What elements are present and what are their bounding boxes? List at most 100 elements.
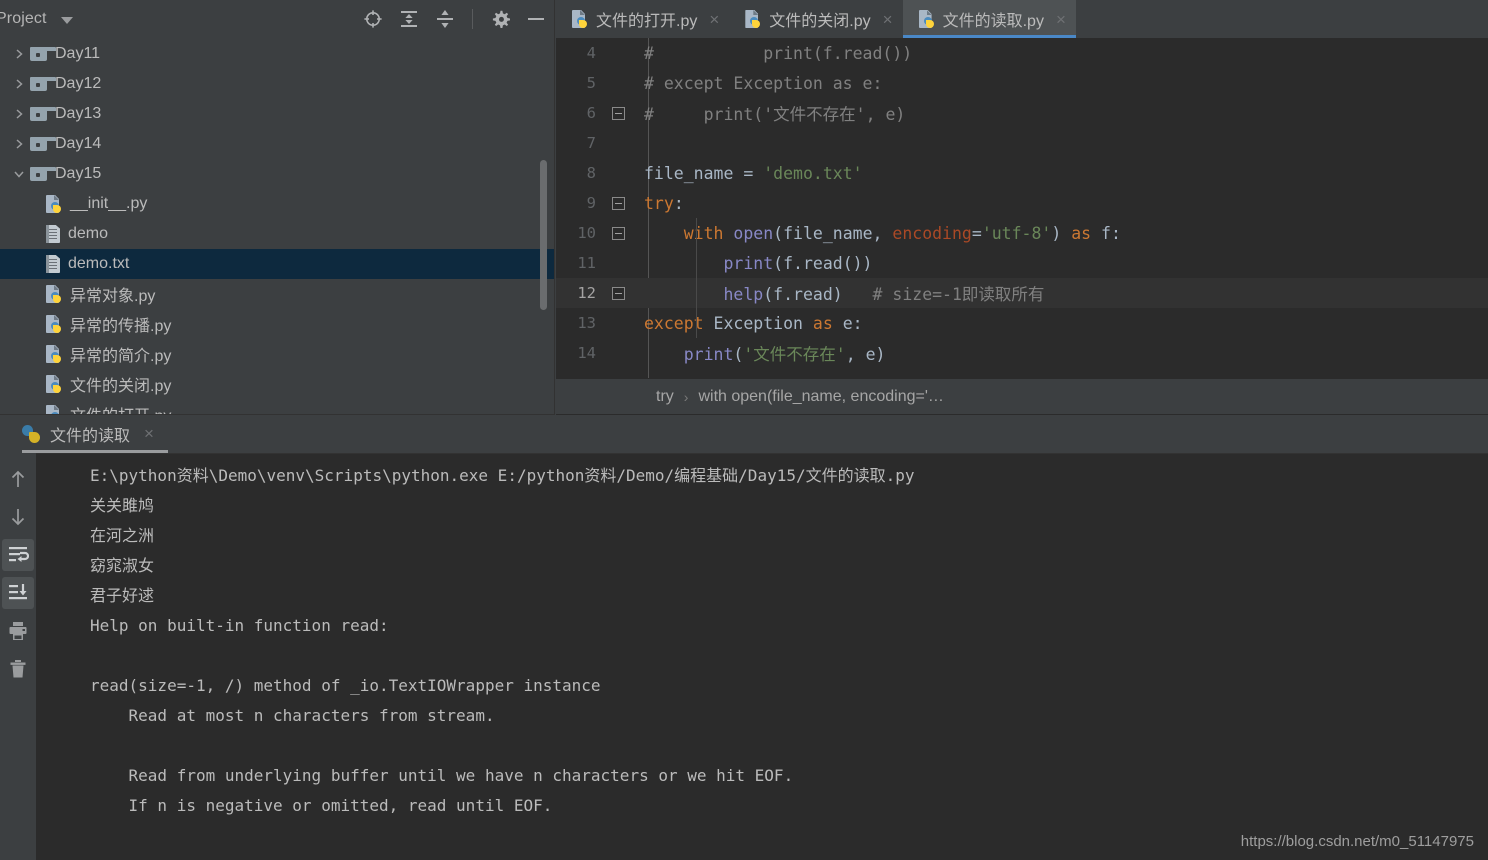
close-icon[interactable]: × — [1056, 11, 1066, 28]
tree-item-label: 异常的传播.py — [70, 318, 172, 335]
panel-right-divider — [554, 0, 555, 415]
code-token: as — [1071, 223, 1102, 243]
code-token: : — [673, 193, 684, 213]
tree-item[interactable]: 文件的关闭.py — [0, 369, 555, 399]
run-tab-file-read[interactable]: 文件的读取 × — [22, 415, 168, 453]
code-token: 'demo.txt' — [763, 163, 863, 183]
run-panel: 文件的读取 × E:\python资料\Demo\venv\Scripts\py… — [0, 415, 1488, 860]
code-line-text: # except Exception as e: — [634, 74, 882, 93]
tree-item[interactable]: demo.txt — [0, 249, 555, 279]
tree-item[interactable]: demo — [0, 219, 555, 249]
folder-icon — [30, 137, 56, 151]
chevron-right-icon[interactable] — [8, 138, 30, 150]
code-line[interactable]: 4 # print(f.read()) — [556, 38, 1488, 68]
gutter-fold-area[interactable] — [606, 188, 634, 218]
breadcrumb-item-with[interactable]: with open(file_name, encoding='… — [698, 388, 943, 406]
tree-item[interactable]: Day11 — [0, 39, 555, 69]
code-token: as — [812, 313, 843, 333]
editor-tabbar: 文件的打开.py × 文件的关闭.py × 文件的读取.py × — [556, 0, 1488, 38]
code-line-text: print('文件不存在', e) — [634, 341, 886, 365]
scroll-to-end-icon[interactable] — [2, 577, 34, 609]
tree-item[interactable]: Day14 — [0, 129, 555, 159]
console-line: 君子好逑 — [90, 586, 155, 605]
code-line-text: # print(f.read()) — [634, 44, 912, 63]
tree-item-label: Day14 — [55, 135, 102, 152]
chevron-right-icon: › — [683, 388, 689, 405]
editor-tab[interactable]: 文件的读取.py × — [902, 0, 1077, 38]
code-line[interactable]: 9 try: — [556, 188, 1488, 218]
close-icon[interactable]: × — [144, 424, 154, 444]
chevron-right-icon[interactable] — [8, 108, 30, 120]
print-icon[interactable] — [2, 615, 34, 647]
code-token: try — [644, 193, 674, 213]
editor-tab-label: 文件的打开.py — [596, 13, 698, 30]
fold-collapse-icon[interactable] — [612, 197, 625, 210]
gutter-fold-area[interactable] — [606, 308, 634, 338]
python-icon — [22, 424, 41, 444]
arrow-down-icon[interactable] — [2, 501, 34, 533]
gutter-fold-area[interactable] — [606, 38, 634, 68]
trash-icon[interactable] — [2, 653, 34, 685]
gear-icon[interactable] — [489, 8, 511, 30]
code-line-text: with open(file_name, encoding='utf-8') a… — [634, 224, 1121, 243]
gutter-fold-area[interactable] — [606, 158, 634, 188]
console-output[interactable]: E:\python资料\Demo\venv\Scripts\python.exe… — [36, 453, 1488, 860]
gutter-fold-area[interactable] — [606, 68, 634, 98]
editor-area: 文件的打开.py × 文件的关闭.py × 文件的读取.py × 4 # print(f.r… — [556, 0, 1488, 415]
console-top-divider — [36, 453, 1488, 454]
code-editor[interactable]: 4 # print(f.read()) 5 # except Exception as… — [556, 38, 1488, 378]
close-icon[interactable]: × — [883, 11, 893, 28]
gutter-fold-area[interactable] — [606, 278, 634, 308]
expand-all-icon[interactable] — [398, 8, 420, 30]
code-line[interactable]: 7 — [556, 128, 1488, 158]
code-line[interactable]: 5 # except Exception as e: — [556, 68, 1488, 98]
code-line[interactable]: 6 # print('文件不存在', e) — [556, 98, 1488, 128]
project-tree[interactable]: Day11 Day12 Day13 Day14 Day15 __init__.py demo… — [0, 38, 555, 415]
code-token: open — [733, 223, 774, 243]
tree-item-label: 异常对象.py — [70, 288, 156, 305]
tree-item[interactable]: Day12 — [0, 69, 555, 99]
editor-tab[interactable]: 文件的打开.py × — [556, 0, 729, 38]
tree-item[interactable]: 异常的传播.py — [0, 309, 555, 339]
line-number: 4 — [586, 44, 596, 62]
fold-end-icon[interactable] — [612, 287, 625, 300]
fold-collapse-icon[interactable] — [612, 227, 625, 240]
tree-item[interactable]: 异常对象.py — [0, 279, 555, 309]
gutter-fold-area[interactable] — [606, 218, 634, 248]
gutter-fold-area[interactable] — [606, 128, 634, 158]
project-panel-title[interactable]: Project — [0, 10, 47, 28]
gutter-fold-area[interactable] — [606, 98, 634, 128]
tree-item[interactable]: __init__.py — [0, 189, 555, 219]
gutter-fold-area[interactable] — [606, 248, 634, 278]
tree-item[interactable]: 文件的打开.py — [0, 399, 555, 415]
chevron-right-icon[interactable] — [8, 78, 30, 90]
project-panel-scrollbar[interactable] — [540, 160, 547, 310]
chevron-down-icon[interactable] — [60, 16, 73, 24]
minimize-icon[interactable] — [525, 8, 547, 30]
tree-item-label: Day11 — [55, 45, 101, 62]
tree-item[interactable]: Day13 — [0, 99, 555, 129]
gutter-fold-area[interactable] — [606, 338, 634, 368]
code-line[interactable]: 8 file_name = 'demo.txt' — [556, 158, 1488, 188]
chevron-down-icon[interactable] — [8, 168, 30, 180]
chevron-right-icon[interactable] — [8, 48, 30, 60]
close-icon[interactable]: × — [709, 11, 719, 28]
locate-icon[interactable] — [362, 8, 384, 30]
editor-tab[interactable]: 文件的关闭.py × — [729, 0, 902, 38]
line-number: 14 — [577, 344, 596, 362]
code-line[interactable]: 14 print('文件不存在', e) — [556, 338, 1488, 368]
line-number: 8 — [586, 164, 596, 182]
arrow-up-icon[interactable] — [2, 463, 34, 495]
python-file-icon — [46, 375, 62, 393]
soft-wrap-icon[interactable] — [2, 539, 34, 571]
tree-item[interactable]: 异常的简介.py — [0, 339, 555, 369]
code-token: # print(f.read()) — [644, 43, 913, 63]
fold-expand-icon[interactable] — [612, 107, 625, 120]
tree-item[interactable]: Day15 — [0, 159, 555, 189]
editor-tab-label: 文件的读取.py — [942, 13, 1044, 30]
collapse-all-icon[interactable] — [434, 8, 456, 30]
breadcrumb-item-try[interactable]: try — [656, 388, 674, 406]
